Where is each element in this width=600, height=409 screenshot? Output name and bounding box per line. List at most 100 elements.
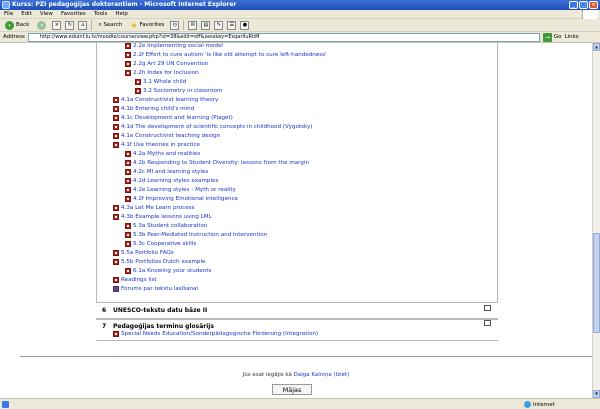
activity-item[interactable]: 5.3c Cooperative skills	[125, 241, 196, 247]
section-7-item[interactable]: Special Needs Education/Sonderpädagogisc…	[113, 331, 318, 337]
activity-item[interactable]: 4.3a Let Me Learn process	[113, 205, 195, 211]
resource-doc-icon	[125, 160, 131, 166]
activity-link[interactable]: 4.3a Let Me Learn process	[121, 205, 195, 211]
activity-link[interactable]: 3.1 Whole child	[143, 79, 186, 85]
menu-help[interactable]: Help	[115, 11, 128, 17]
activity-item[interactable]: 5.5a Portfolio FAQs	[113, 250, 174, 256]
scroll-thumb[interactable]	[593, 233, 600, 333]
activity-link[interactable]: 6.1a Knowing your students	[133, 268, 211, 274]
messenger-icon[interactable]: ●	[240, 20, 250, 30]
scroll-up-icon[interactable]: ▲	[593, 43, 600, 51]
activity-link[interactable]: 2.2f Effort to cure autism 'is like old …	[133, 52, 327, 58]
activity-link[interactable]: 4.3b Example lessons using LML	[121, 214, 212, 220]
home-icon[interactable]: ⌂	[78, 20, 88, 30]
activity-link[interactable]: 2.2h Index for Inclusion	[133, 70, 199, 76]
user-link[interactable]: Daiga Kalniņa	[294, 372, 332, 378]
activity-link[interactable]: 5.3b Peer-Mediated Instruction and Inter…	[133, 232, 267, 238]
activity-item[interactable]: 4.1d The development of scientific conce…	[113, 124, 313, 130]
vertical-scrollbar[interactable]: ▲ ▼	[592, 43, 600, 398]
activity-item[interactable]: 4.2f Improving Emotional intelligence	[125, 196, 238, 202]
go-button[interactable]: → Go	[542, 32, 562, 42]
section-6-toggle-icon[interactable]	[484, 305, 491, 311]
activity-item[interactable]: 3.2 Sociometry in classroom	[135, 88, 222, 94]
activity-item[interactable]: 4.1f Use theories in practice	[113, 142, 200, 148]
activity-item[interactable]: 4.2d Learning styles examples	[125, 178, 218, 184]
activity-link[interactable]: 4.1a Constructivist learning theory	[121, 97, 218, 103]
activity-link[interactable]: 4.2e Learning styles - Myth or reality	[133, 187, 236, 193]
activity-item[interactable]: 5.3b Peer-Mediated Instruction and Inter…	[125, 232, 267, 238]
activity-link[interactable]: 2.2g Art 29 UN Convention	[133, 61, 208, 67]
activity-link[interactable]: 4.1b Entering child's mind	[121, 106, 194, 112]
search-label: Search	[103, 22, 123, 28]
activity-item[interactable]: 4.1c Development and learning (Piaget)	[113, 115, 233, 121]
scroll-down-icon[interactable]: ▼	[593, 390, 600, 398]
back-button[interactable]: ‹ Back	[3, 20, 31, 31]
links-label[interactable]: Links	[565, 34, 579, 40]
activity-item[interactable]: Readings list	[113, 277, 157, 283]
menu-favorites[interactable]: Favorites	[61, 11, 86, 17]
back-arrow-icon: ‹	[5, 20, 14, 30]
activity-item[interactable]: 4.2c MI and learning styles	[125, 169, 208, 175]
activity-item[interactable]: Forums par tekstu lasīšanai	[113, 286, 198, 292]
maximize-button[interactable]: □	[579, 1, 588, 9]
edit-icon[interactable]: ✎	[214, 20, 224, 30]
activity-item[interactable]: 2.2e Implementing social model	[125, 43, 223, 49]
activity-item[interactable]: 4.2e Learning styles - Myth or reality	[125, 187, 236, 193]
print-icon[interactable]: ▤	[201, 20, 211, 30]
activity-link[interactable]: 4.2d Learning styles examples	[133, 178, 218, 184]
activity-item[interactable]: 4.1b Entering child's mind	[113, 106, 194, 112]
menu-file[interactable]: File	[4, 11, 13, 17]
activity-link[interactable]: 5.3c Cooperative skills	[133, 241, 196, 247]
activity-item[interactable]: 4.2a Myths and realities	[125, 151, 200, 157]
activity-item[interactable]: 3.1 Whole child	[135, 79, 186, 85]
activity-link[interactable]: 4.2a Myths and realities	[133, 151, 200, 157]
activity-link[interactable]: 5.3a Student collaboration	[133, 223, 207, 229]
resource-doc-icon	[125, 70, 131, 76]
activity-link[interactable]: 4.2f Improving Emotional intelligence	[133, 196, 238, 202]
activity-link[interactable]: 4.1e Constructivist teaching design	[121, 133, 220, 139]
resource-doc-icon	[125, 151, 131, 157]
activity-link[interactable]: 5.5a Portfolio FAQs	[121, 250, 174, 256]
activity-link[interactable]: Readings list	[121, 277, 157, 283]
logout-link[interactable]: (Iziet)	[333, 372, 349, 378]
activity-item[interactable]: 4.1e Constructivist teaching design	[113, 133, 220, 139]
activity-link[interactable]: 2.2e Implementing social model	[133, 43, 223, 49]
menu-view[interactable]: View	[40, 11, 53, 17]
section-7-title: Pedagoģijas terminu glosārijs	[113, 323, 214, 330]
forward-button[interactable]: ›	[35, 20, 48, 31]
resource-doc-icon	[113, 115, 119, 121]
search-button[interactable]: ⌕ Search	[96, 20, 124, 31]
minimize-button[interactable]: _	[569, 1, 578, 9]
activity-link[interactable]: 5.5b Portfolios Dutch example	[121, 259, 205, 265]
close-button[interactable]: ×	[589, 1, 598, 9]
activity-link[interactable]: 4.1c Development and learning (Piaget)	[121, 115, 233, 121]
refresh-icon[interactable]: ↻	[65, 20, 75, 30]
activity-link[interactable]: Forums par tekstu lasīšanai	[121, 286, 198, 292]
activity-item[interactable]: 2.2h Index for Inclusion	[125, 70, 199, 76]
resource-doc-icon	[125, 43, 131, 49]
resource-link[interactable]: Special Needs Education/Sonderpädagogisc…	[121, 331, 318, 337]
activity-item[interactable]: 6.1a Knowing your students	[125, 268, 211, 274]
mail-icon[interactable]: ✉	[188, 20, 198, 30]
discuss-icon[interactable]: ☰	[227, 20, 237, 30]
address-input[interactable]	[27, 32, 540, 42]
activity-item[interactable]: 5.3a Student collaboration	[125, 223, 207, 229]
activity-item[interactable]: 2.2f Effort to cure autism 'is like old …	[125, 52, 327, 58]
history-icon[interactable]: ◷	[170, 20, 180, 30]
menu-edit[interactable]: Edit	[21, 11, 32, 17]
activity-item[interactable]: 4.3b Example lessons using LML	[113, 214, 212, 220]
activity-link[interactable]: 3.2 Sociometry in classroom	[143, 88, 222, 94]
section-7-toggle-icon[interactable]	[484, 320, 491, 326]
activity-item[interactable]: 4.2b Responding to Student Diversity: le…	[125, 160, 309, 166]
activity-item[interactable]: 4.1a Constructivist learning theory	[113, 97, 218, 103]
favorites-button[interactable]: ★ Favorites	[128, 20, 166, 31]
menu-tools[interactable]: Tools	[94, 11, 108, 17]
activity-link[interactable]: 4.1f Use theories in practice	[121, 142, 200, 148]
stop-icon[interactable]: ×	[52, 20, 62, 30]
activity-link[interactable]: 4.1d The development of scientific conce…	[121, 124, 313, 130]
home-link-button[interactable]: Mājas	[272, 384, 312, 395]
activity-item[interactable]: 5.5b Portfolios Dutch example	[113, 259, 205, 265]
activity-link[interactable]: 4.2c MI and learning styles	[133, 169, 208, 175]
activity-item[interactable]: 2.2g Art 29 UN Convention	[125, 61, 208, 67]
activity-link[interactable]: 4.2b Responding to Student Diversity: le…	[133, 160, 309, 166]
